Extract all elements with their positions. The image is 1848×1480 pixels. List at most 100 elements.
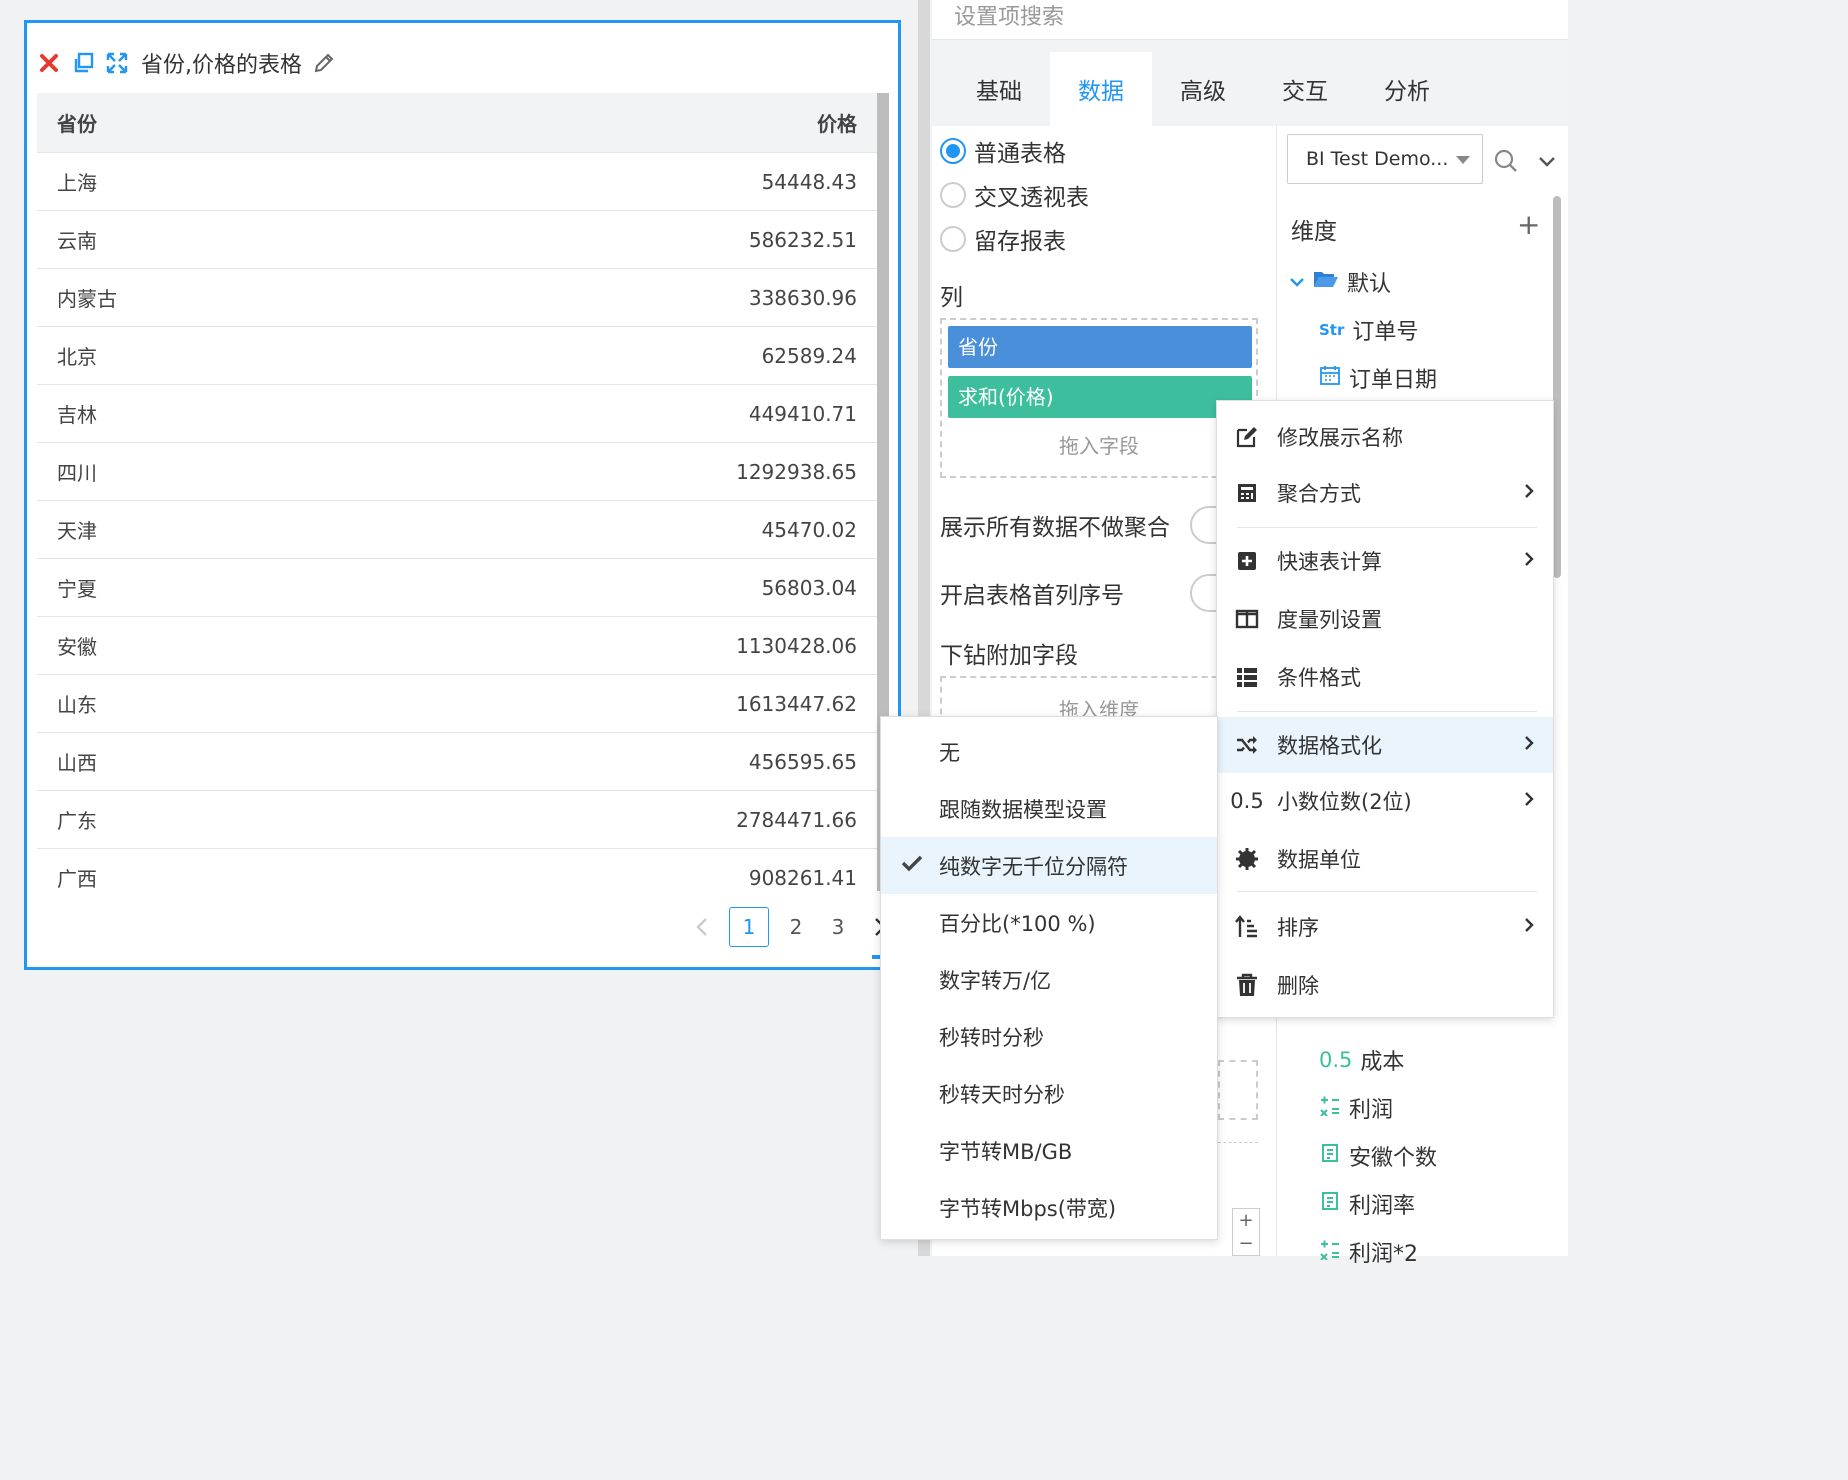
tab-basic[interactable]: 基础	[948, 52, 1050, 126]
radio-button[interactable]	[940, 182, 966, 208]
tab-analysis[interactable]: 分析	[1356, 52, 1458, 126]
table-row[interactable]: 安徽 1130428.06	[37, 617, 877, 675]
column-field-sum-price[interactable]: 求和(价格)	[948, 376, 1252, 418]
table-row[interactable]: 山西 456595.65	[37, 733, 877, 791]
measure-anhui-count[interactable]: 安徽个数	[1319, 1140, 1437, 1172]
drop-field-hint: 拖入字段	[1059, 434, 1139, 458]
cell-price: 54448.43	[761, 169, 857, 194]
column-drop-zone[interactable]: 省份 求和(价格) 拖入字段	[940, 318, 1258, 478]
tab-advanced[interactable]: 高级	[1152, 52, 1254, 126]
radio-pivot-table[interactable]: 交叉透视表	[940, 178, 1089, 212]
calculator-icon	[1217, 482, 1277, 504]
column-header-price[interactable]: 价格	[817, 108, 857, 137]
tab-interaction[interactable]: 交互	[1254, 52, 1356, 126]
format-option-percent[interactable]: 百分比(*100 %)	[881, 894, 1217, 951]
measure-cost[interactable]: 0.5 成本	[1319, 1044, 1404, 1076]
measure-profit-x2[interactable]: 利润*2	[1319, 1236, 1418, 1268]
chevron-right-icon	[1523, 789, 1535, 813]
cell-province: 广东	[57, 809, 97, 833]
format-option-wan-yi[interactable]: 数字转万/亿	[881, 951, 1217, 1008]
format-option-plain-number[interactable]: 纯数字无千位分隔符	[881, 837, 1217, 894]
measure-profit[interactable]: 利润	[1319, 1092, 1393, 1124]
cell-price: 2784471.66	[736, 807, 857, 832]
chevron-right-icon	[1523, 481, 1535, 505]
table-row[interactable]: 四川 1292938.65	[37, 443, 877, 501]
widget-title: 省份,价格的表格	[141, 53, 302, 78]
field-list-scrollbar[interactable]	[1553, 196, 1561, 578]
table-header: 省份 价格	[37, 93, 877, 153]
minus-icon[interactable]: −	[1238, 1233, 1253, 1254]
measure-profit-rate[interactable]: 利润率	[1319, 1188, 1415, 1220]
settings-search-input[interactable]: 设置项搜索	[932, 0, 1568, 40]
gear-icon	[1217, 847, 1277, 871]
chevron-down-icon[interactable]	[1289, 270, 1305, 295]
add-dimension-icon[interactable]: +	[1517, 208, 1540, 241]
copy-icon[interactable]	[71, 51, 95, 75]
prev-page-icon[interactable]	[687, 908, 717, 946]
number-stepper[interactable]: + −	[1232, 1208, 1260, 1256]
table-row[interactable]: 内蒙古 338630.96	[37, 269, 877, 327]
format-option-sec-dhms[interactable]: 秒转天时分秒	[881, 1065, 1217, 1122]
table-row[interactable]: 宁夏 56803.04	[37, 559, 877, 617]
format-option-follow-model[interactable]: 跟随数据模型设置	[881, 780, 1217, 837]
menu-item-label: 数据单位	[1277, 848, 1361, 872]
field-order-no[interactable]: Str 订单号	[1319, 314, 1418, 346]
format-option-bytes-mbgb[interactable]: 字节转MB/GB	[881, 1122, 1217, 1179]
drop-zone-fragment[interactable]	[1218, 1060, 1258, 1120]
radio-label: 交叉透视表	[974, 185, 1089, 211]
calendar-icon	[1319, 364, 1341, 392]
tab-data[interactable]: 数据	[1050, 52, 1152, 126]
radio-button[interactable]	[940, 138, 966, 164]
table-row[interactable]: 云南 586232.51	[37, 211, 877, 269]
field-label: 利润	[1349, 1098, 1394, 1123]
datasource-value: BI Test Demo...	[1306, 148, 1449, 170]
table-row[interactable]: 天津 45470.02	[37, 501, 877, 559]
table-widget: 省份,价格的表格 省份 价格 上海 54448.43 云南 586232.51 内蒙古 3…	[24, 20, 901, 970]
format-option-none[interactable]: 无	[881, 723, 1217, 780]
page-1-button[interactable]: 1	[729, 907, 769, 947]
cell-province: 安徽	[57, 635, 97, 659]
chevron-down-icon[interactable]	[1537, 154, 1557, 173]
format-option-bytes-mbps[interactable]: 字节转Mbps(带宽)	[881, 1179, 1217, 1236]
cell-price: 1613447.62	[736, 691, 857, 716]
chevron-right-icon	[1523, 733, 1535, 757]
page-2-button[interactable]: 2	[781, 908, 811, 946]
menu-item-aggregation[interactable]: 聚合方式	[1217, 465, 1553, 521]
drill-label: 下钻附加字段	[940, 643, 1078, 669]
search-icon[interactable]	[1493, 148, 1519, 178]
plus-icon[interactable]: +	[1238, 1210, 1253, 1231]
menu-item-delete[interactable]: 删除	[1217, 957, 1553, 1013]
format-option-sec-hms[interactable]: 秒转时分秒	[881, 1008, 1217, 1065]
radio-button[interactable]	[940, 226, 966, 252]
table-row[interactable]: 山东 1613447.62	[37, 675, 877, 733]
table-row[interactable]: 上海 54448.43	[37, 153, 877, 211]
menu-item-conditional-format[interactable]: 条件格式	[1217, 649, 1553, 705]
menu-item-sort[interactable]: 排序	[1217, 899, 1553, 955]
table-row[interactable]: 北京 62589.24	[37, 327, 877, 385]
cell-province: 四川	[57, 461, 97, 485]
field-order-date[interactable]: 订单日期	[1319, 362, 1437, 394]
pencil-icon[interactable]	[312, 51, 336, 75]
expand-icon[interactable]	[105, 51, 129, 75]
cell-province: 天津	[57, 519, 97, 543]
menu-item-quick-calc[interactable]: 快速表计算	[1217, 533, 1553, 589]
table-row[interactable]: 广西 908261.41	[37, 849, 877, 892]
menu-item-measure-column[interactable]: 度量列设置	[1217, 591, 1553, 647]
close-icon[interactable]	[37, 51, 61, 75]
radio-retention-report[interactable]: 留存报表	[940, 222, 1066, 256]
datasource-select[interactable]: BI Test Demo...	[1287, 134, 1483, 184]
column-field-province[interactable]: 省份	[948, 326, 1252, 368]
edit-icon	[1217, 425, 1277, 449]
column-header-province[interactable]: 省份	[57, 108, 97, 137]
table-row[interactable]: 吉林 449410.71	[37, 385, 877, 443]
table-row[interactable]: 广东 2784471.66	[37, 791, 877, 849]
count-field-icon	[1319, 1190, 1341, 1218]
menu-item-decimals[interactable]: 0.5 小数位数(2位)	[1217, 773, 1553, 829]
menu-item-data-unit[interactable]: 数据单位	[1217, 831, 1553, 887]
field-label: 利润率	[1349, 1194, 1416, 1219]
radio-normal-table[interactable]: 普通表格	[940, 134, 1066, 168]
menu-item-data-format[interactable]: 数据格式化	[1217, 717, 1553, 773]
folder-default[interactable]: 默认	[1289, 266, 1391, 298]
menu-item-rename[interactable]: 修改展示名称	[1217, 409, 1553, 465]
page-3-button[interactable]: 3	[823, 908, 853, 946]
